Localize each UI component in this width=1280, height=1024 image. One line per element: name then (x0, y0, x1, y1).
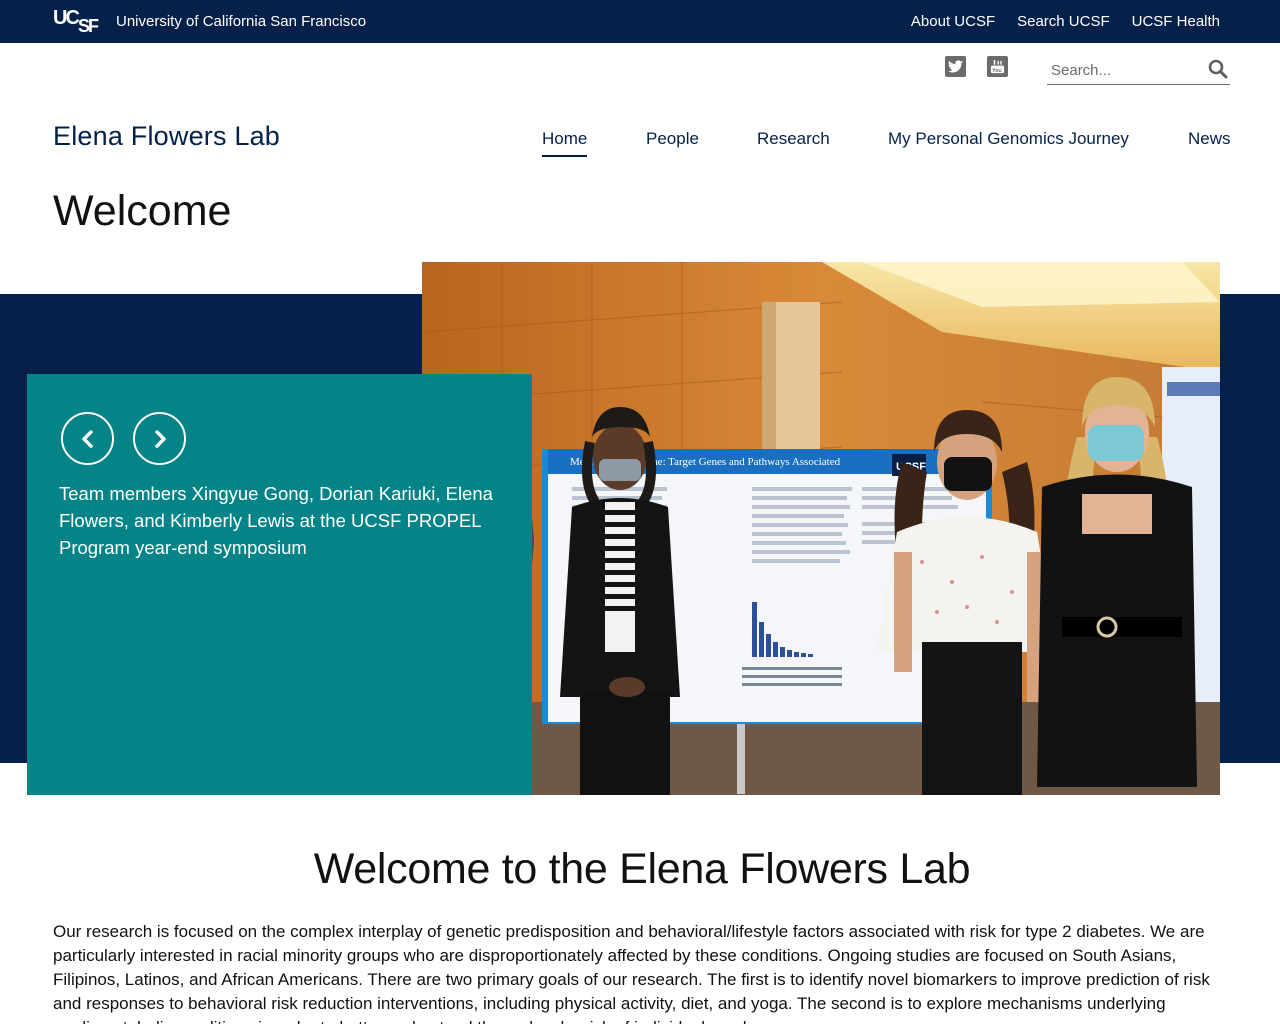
slide-caption: Team members Xingyue Gong, Dorian Kariuk… (59, 483, 493, 558)
slide-caption-panel: Team members Xingyue Gong, Dorian Kariuk… (27, 374, 532, 795)
university-name-link[interactable]: University of California San Francisco (116, 13, 366, 30)
site-name-link[interactable]: Elena Flowers Lab (53, 121, 280, 152)
page-title: Welcome (53, 187, 232, 235)
utility-bar: UC SF University of California San Franc… (0, 0, 1280, 43)
ucsf-logo-mark: UC SF (53, 7, 101, 33)
ucsf-logo[interactable]: UC SF (53, 7, 105, 33)
search-ucsf-link[interactable]: Search UCSF (1017, 13, 1110, 30)
hero-slide-photo: Metabolic Syndrome: Target Genes and Pat… (422, 262, 1220, 795)
team-photo-illustration: Metabolic Syndrome: Target Genes and Pat… (422, 262, 1220, 795)
main-nav: Home People Research My Personal Genomic… (542, 129, 1231, 161)
ucsf-health-link[interactable]: UCSF Health (1132, 13, 1220, 30)
chevron-right-icon (154, 429, 166, 448)
svg-text:UC: UC (53, 7, 79, 29)
welcome-heading: Welcome to the Elena Flowers Lab (313, 845, 971, 893)
nav-item-home[interactable]: Home (542, 129, 588, 157)
intro-paragraph: Our research is focused on the complex i… (53, 922, 1210, 1024)
search-icon (1208, 59, 1228, 78)
site-search (1047, 55, 1230, 85)
youtube-icon: You (987, 56, 1008, 77)
twitter-icon (945, 56, 966, 77)
nav-item-people[interactable]: People (646, 129, 699, 149)
search-input[interactable] (1051, 59, 1201, 81)
svg-text:SF: SF (78, 16, 99, 33)
next-slide-button[interactable] (133, 412, 186, 465)
twitter-link[interactable] (945, 56, 966, 77)
nav-item-research[interactable]: Research (757, 129, 830, 149)
youtube-link[interactable]: You (987, 56, 1008, 77)
search-button[interactable] (1206, 58, 1230, 82)
utility-links: About UCSF Search UCSF UCSF Health (911, 13, 1220, 30)
chevron-left-icon (81, 429, 93, 448)
svg-text:You: You (992, 68, 1002, 74)
nav-item-news[interactable]: News (1188, 129, 1231, 149)
previous-slide-button[interactable] (61, 412, 114, 465)
nav-item-my-personal-genomics-journey[interactable]: My Personal Genomics Journey (888, 129, 1129, 149)
about-ucsf-link[interactable]: About UCSF (911, 13, 995, 30)
